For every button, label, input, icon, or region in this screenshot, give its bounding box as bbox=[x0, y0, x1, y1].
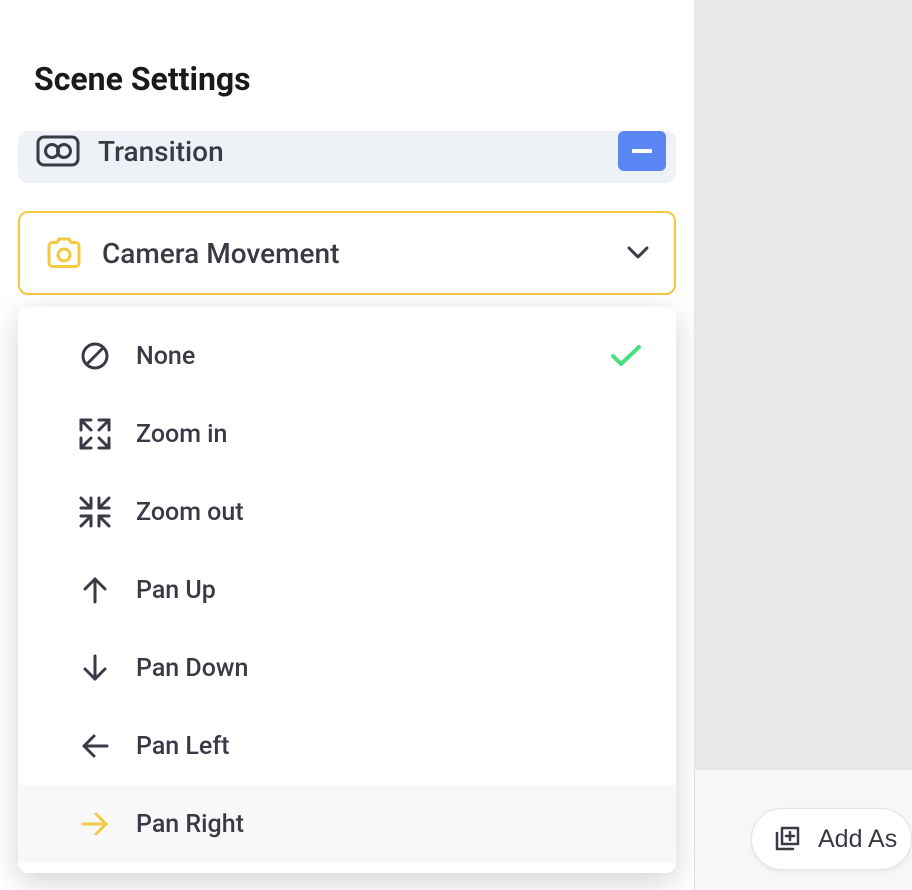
dropdown-item-label: Pan Right bbox=[136, 810, 244, 839]
transition-label: Transition bbox=[98, 135, 224, 168]
settings-panel: Scene Settings Transition bbox=[0, 0, 695, 890]
dropdown-item-pan-right[interactable]: Pan Right bbox=[18, 785, 676, 863]
zoom-in-icon bbox=[76, 415, 114, 453]
collapse-button[interactable] bbox=[618, 131, 666, 171]
dropdown-item-label: Zoom in bbox=[136, 420, 227, 449]
transition-left: Transition bbox=[36, 131, 224, 171]
camera-icon bbox=[44, 235, 84, 271]
dropdown-item-zoom-out[interactable]: Zoom out bbox=[18, 473, 676, 551]
minus-icon bbox=[632, 149, 652, 153]
settings-area: Transition Camera Movement bbox=[0, 98, 694, 873]
zoom-out-icon bbox=[76, 493, 114, 531]
dropdown-item-zoom-in[interactable]: Zoom in bbox=[18, 395, 676, 473]
pan-down-icon bbox=[76, 649, 114, 687]
camera-movement-label: Camera Movement bbox=[102, 237, 339, 270]
none-icon bbox=[76, 337, 114, 375]
dropdown-item-label: None bbox=[136, 342, 195, 371]
add-asset-button[interactable]: Add As bbox=[751, 808, 912, 870]
camera-left: Camera Movement bbox=[44, 235, 339, 271]
dropdown-item-label: Zoom out bbox=[136, 498, 244, 527]
page-title: Scene Settings bbox=[0, 0, 694, 98]
add-icon bbox=[772, 823, 804, 855]
pan-left-icon bbox=[76, 727, 114, 765]
camera-movement-section[interactable]: Camera Movement bbox=[18, 211, 676, 295]
check-icon bbox=[610, 340, 642, 372]
dropdown-item-pan-left[interactable]: Pan Left bbox=[18, 707, 676, 785]
camera-movement-dropdown: None bbox=[18, 307, 676, 873]
right-content-area bbox=[695, 0, 912, 770]
right-panel: Add As bbox=[695, 0, 912, 890]
dropdown-item-label: Pan Up bbox=[136, 576, 216, 605]
dropdown-item-pan-down[interactable]: Pan Down bbox=[18, 629, 676, 707]
transition-icon bbox=[36, 131, 80, 171]
chevron-down-icon bbox=[626, 241, 650, 265]
dropdown-item-pan-up[interactable]: Pan Up bbox=[18, 551, 676, 629]
pan-up-icon bbox=[76, 571, 114, 609]
dropdown-item-label: Pan Left bbox=[136, 732, 229, 761]
add-asset-label: Add As bbox=[818, 825, 897, 854]
pan-right-icon bbox=[76, 805, 114, 843]
transition-section[interactable]: Transition bbox=[18, 131, 676, 183]
dropdown-item-label: Pan Down bbox=[136, 654, 248, 683]
dropdown-item-none[interactable]: None bbox=[18, 317, 676, 395]
